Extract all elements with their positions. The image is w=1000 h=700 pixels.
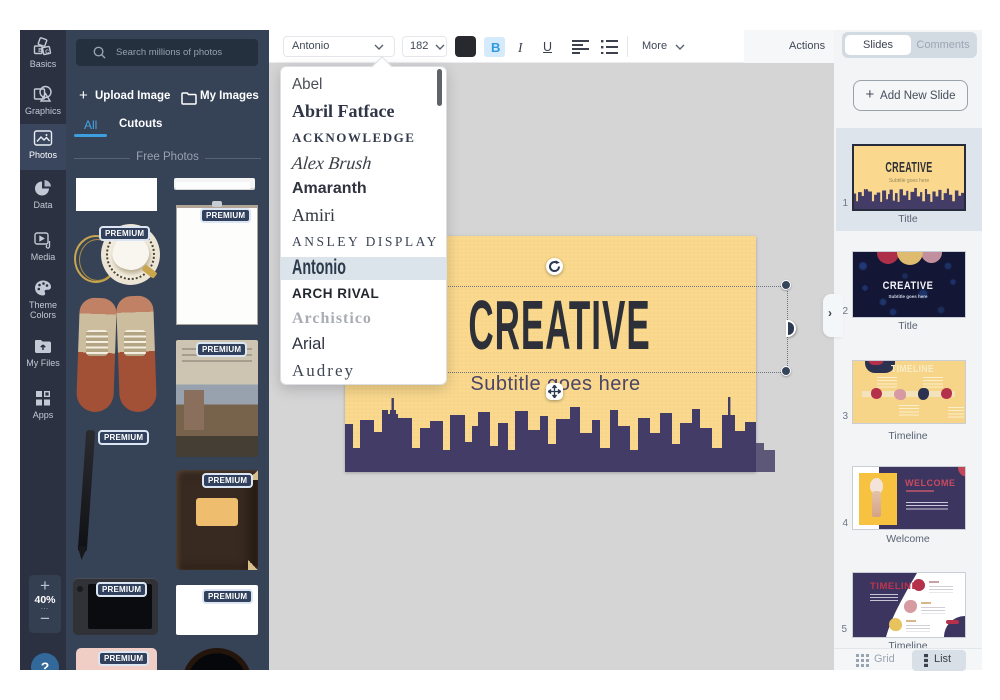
svg-text:C: C bbox=[45, 49, 50, 56]
svg-text:B: B bbox=[38, 48, 42, 54]
